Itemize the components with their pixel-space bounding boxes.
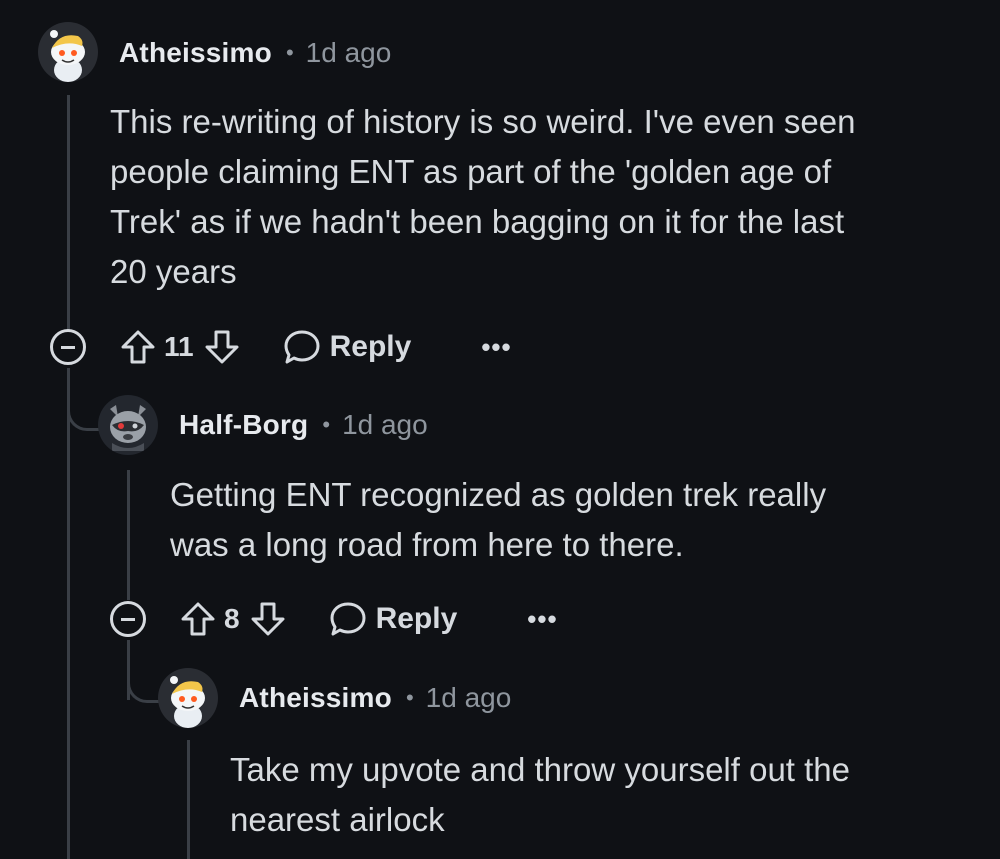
reply-label: Reply	[329, 330, 412, 363]
comment-actions: 8 Reply •••	[178, 594, 558, 644]
downvote-icon[interactable]	[248, 599, 288, 639]
comment-meta: Atheissimo • 1d ago	[239, 678, 511, 718]
comment-body: Getting ENT recognized as golden trek re…	[170, 476, 827, 563]
comment-body: This re-writing of history is so weird. …	[110, 103, 856, 290]
more-options-button[interactable]: •••	[481, 334, 511, 360]
snoo-avatar-icon	[170, 676, 205, 728]
timestamp[interactable]: 1d ago	[306, 37, 392, 69]
upvote-icon[interactable]	[118, 327, 158, 367]
avatar[interactable]	[38, 22, 98, 82]
author-name[interactable]: Atheissimo	[119, 37, 272, 69]
minus-icon	[121, 617, 135, 621]
meta-separator: •	[285, 40, 294, 65]
timestamp[interactable]: 1d ago	[426, 682, 512, 714]
avatar[interactable]	[158, 668, 218, 728]
more-options-button[interactable]: •••	[527, 606, 557, 632]
thread-line[interactable]	[127, 470, 130, 600]
thread-line[interactable]	[67, 368, 70, 859]
reply-button[interactable]: Reply	[282, 327, 412, 367]
vote-count: 11	[164, 331, 194, 362]
comment-meta: Atheissimo • 1d ago	[119, 33, 391, 73]
avatar[interactable]	[98, 395, 158, 455]
collapse-button[interactable]	[110, 601, 146, 637]
minus-icon	[61, 345, 75, 349]
meta-separator: •	[322, 412, 331, 437]
raccoon-avatar-icon	[110, 405, 146, 451]
speech-bubble-icon	[330, 602, 366, 636]
reply-label: Reply	[375, 602, 458, 635]
upvote-icon[interactable]	[178, 599, 218, 639]
comment-actions: 11 Reply •••	[118, 322, 512, 372]
vote-count: 8	[224, 603, 240, 634]
meta-separator: •	[405, 685, 414, 710]
thread-line[interactable]	[67, 95, 70, 331]
speech-bubble-icon	[284, 330, 320, 364]
timestamp[interactable]: 1d ago	[342, 409, 428, 441]
author-name[interactable]: Atheissimo	[239, 682, 392, 714]
downvote-icon[interactable]	[202, 327, 242, 367]
reply-button[interactable]: Reply	[328, 599, 458, 639]
comment-thread: Atheissimo • 1d ago This re-writing of h…	[0, 0, 1000, 859]
snoo-avatar-icon	[50, 30, 85, 82]
author-name[interactable]: Half-Borg	[179, 409, 308, 441]
collapse-button[interactable]	[50, 329, 86, 365]
comment-meta: Half-Borg • 1d ago	[179, 405, 428, 445]
thread-line[interactable]	[187, 740, 190, 859]
comment-body: Take my upvote and throw yourself out th…	[230, 751, 851, 838]
